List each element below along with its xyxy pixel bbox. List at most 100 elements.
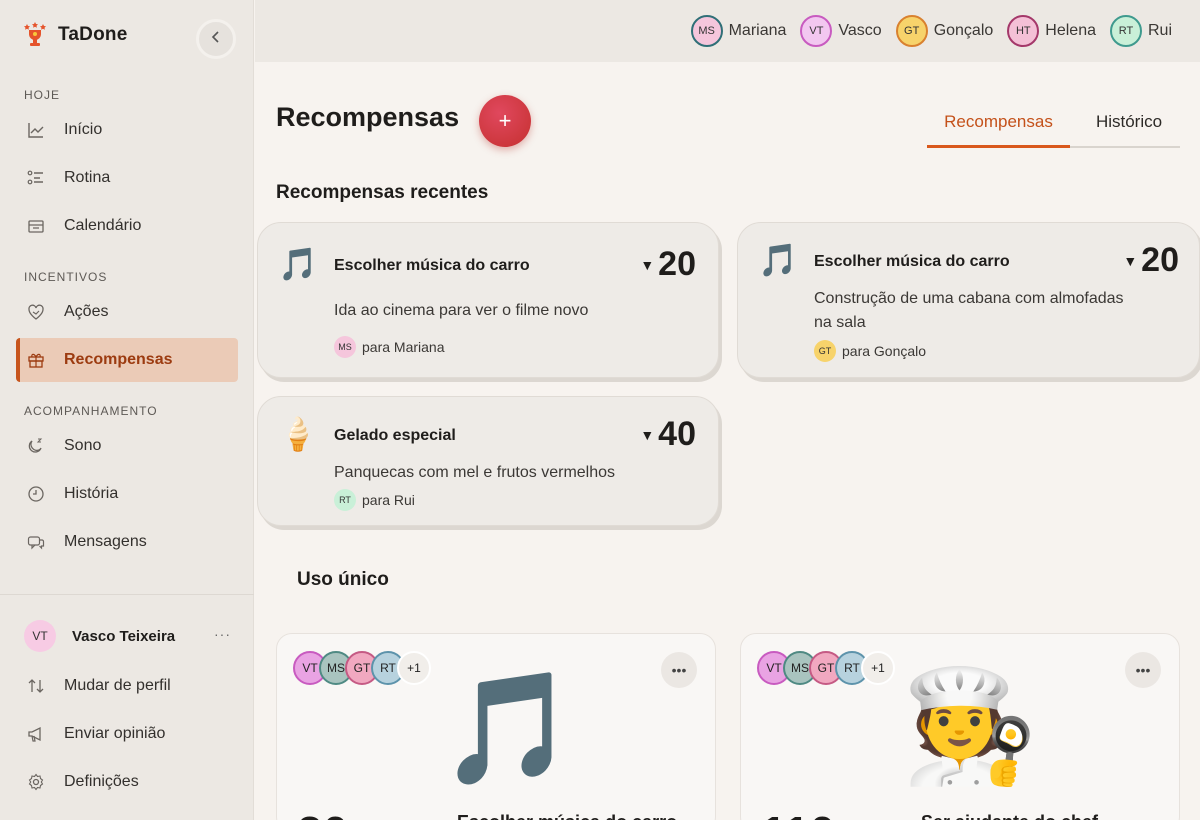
sidebar-item-rotina[interactable]: Rotina (16, 156, 238, 200)
reward-description: Construção de uma cabana com almofadas n… (814, 290, 1124, 331)
points-value: 40 (658, 415, 696, 453)
current-profile[interactable]: VT Vasco Teixeira (24, 620, 175, 652)
reward-card[interactable]: VT MS GT RT +1 ••• 🎵 20 Escolher música … (276, 633, 716, 820)
recent-rewards-heading: Recompensas recentes (276, 182, 489, 203)
recipient-text: para Rui (362, 492, 415, 508)
moon-zzz-icon (26, 436, 46, 456)
sidebar-item-label: Recompensas (64, 351, 173, 368)
collapse-sidebar-button[interactable] (196, 19, 236, 59)
brand[interactable]: TaDone (22, 22, 127, 48)
tab-recompensas[interactable]: Recompensas (927, 98, 1070, 148)
sidebar-item-sono[interactable]: Sono (16, 424, 238, 468)
settings-link[interactable]: Definições (16, 760, 238, 804)
member-rui[interactable]: RT Rui (1109, 15, 1172, 47)
recipient-text: para Gonçalo (842, 343, 927, 359)
avatar: MS (334, 336, 356, 358)
avatar: GT (814, 340, 836, 362)
checklist-icon (26, 168, 46, 188)
switch-profile-link[interactable]: Mudar de perfil (16, 664, 238, 708)
sidebar-item-label: História (64, 485, 119, 502)
chart-line-icon (26, 120, 46, 140)
member-vasco[interactable]: VT Vasco (800, 15, 882, 47)
music-note-icon: 🎵 (758, 242, 798, 278)
add-reward-button[interactable]: + (479, 95, 531, 147)
sidebar-item-label: Início (64, 121, 103, 138)
single-use-heading: Uso único (297, 569, 389, 590)
reward-name: Ser ajudante do chef (921, 812, 1098, 820)
sidebar-item-recompensas[interactable]: Recompensas (16, 338, 238, 382)
reward-card[interactable]: VT MS GT RT +1 ••• 🧑‍🍳 110 Ser ajudante … (740, 633, 1180, 820)
tab-historico[interactable]: Histórico (1078, 98, 1180, 148)
calendar-icon (26, 216, 46, 236)
section-label-incentives: INCENTIVOS (24, 270, 108, 284)
reward-recipient: RT para Rui (334, 489, 415, 511)
card-menu-button[interactable]: ••• (661, 652, 697, 688)
clock-icon (26, 484, 46, 504)
avatar: VT (24, 620, 56, 652)
member-name: Helena (1045, 22, 1096, 39)
reward-title: Escolher música do carro (814, 253, 1010, 270)
sidebar-item-inicio[interactable]: Início (16, 108, 238, 152)
member-name: Vasco (838, 22, 882, 39)
reward-points: ▼ 40 (640, 415, 696, 454)
footer-item-label: Mudar de perfil (64, 677, 171, 694)
member-name: Gonçalo (933, 22, 994, 39)
sidebar-item-calendario[interactable]: Calendário (16, 204, 238, 248)
avatar: RT (1109, 15, 1142, 47)
sidebar: TaDone HOJE Início Rotina Calendário INC… (0, 0, 254, 820)
music-note-icon: 🎵 (439, 667, 576, 790)
points-triangle-icon: ▼ (1123, 252, 1138, 269)
sidebar-item-label: Ações (64, 303, 109, 320)
points-value: 20 (1141, 241, 1179, 279)
tab-bar: Recompensas Histórico (927, 98, 1180, 148)
avatar: VT (800, 15, 833, 47)
member-name: Rui (1147, 22, 1172, 39)
section-label-tracking: ACOMPANHAMENTO (24, 404, 158, 418)
recent-reward-card[interactable]: 🍦 Gelado especial ▼ 40 Panquecas com mel … (257, 396, 719, 526)
sidebar-item-label: Calendário (64, 217, 142, 234)
footer-item-label: Enviar opinião (64, 725, 166, 742)
sidebar-item-historia[interactable]: História (16, 472, 238, 516)
sidebar-item-label: Rotina (64, 169, 111, 186)
avatar: HT (1007, 15, 1040, 47)
reward-title: Escolher música do carro (334, 257, 530, 274)
recipient-text: para Mariana (362, 339, 445, 355)
member-avatar-stack: VT MS GT RT +1 (293, 651, 431, 685)
megaphone-icon (26, 724, 46, 744)
swap-arrows-icon (26, 676, 46, 696)
reward-description: Ida ao cinema para ver o filme novo (334, 302, 589, 319)
profile-menu-button[interactable]: ··· (214, 626, 231, 642)
sidebar-item-acoes[interactable]: Ações (16, 290, 238, 334)
avatar-overflow: +1 (861, 651, 895, 685)
sidebar-item-mensagens[interactable]: Mensagens (16, 520, 238, 564)
sidebar-item-label: Mensagens (64, 533, 147, 550)
points-triangle-icon: ▼ (640, 426, 655, 443)
reward-points: ▼ 20 (640, 245, 696, 284)
trophy-logo-icon (22, 22, 48, 48)
send-feedback-link[interactable]: Enviar opinião (16, 712, 238, 756)
member-name: Mariana (728, 22, 787, 39)
points-triangle-icon: ▼ (640, 256, 655, 273)
reward-points: ▼ 20 (1123, 241, 1179, 280)
avatar: MS (690, 15, 723, 47)
member-goncalo[interactable]: GT Gonçalo (895, 15, 994, 47)
recent-reward-card[interactable]: 🎵 Escolher música do carro ▼ 20 Construçã… (737, 222, 1200, 378)
reward-recipient: GT para Gonçalo (814, 340, 926, 362)
chevron-left-icon (209, 30, 223, 49)
gift-icon (26, 350, 46, 370)
member-mariana[interactable]: MS Mariana (690, 15, 787, 47)
tab-spacer (1070, 98, 1078, 148)
sidebar-divider (0, 594, 254, 595)
reward-cost: 20 (297, 806, 348, 820)
member-helena[interactable]: HT Helena (1007, 15, 1096, 47)
heart-hand-icon (26, 302, 46, 322)
recent-reward-card[interactable]: 🎵 Escolher música do carro ▼ 20 Ida ao ci… (257, 222, 719, 378)
card-menu-button[interactable]: ••• (1125, 652, 1161, 688)
reward-recipient: MS para Mariana (334, 336, 445, 358)
chat-bubbles-icon (26, 532, 46, 552)
sidebar-item-label: Sono (64, 437, 102, 454)
reward-title: Gelado especial (334, 427, 456, 444)
profile-name: Vasco Teixeira (72, 627, 176, 645)
footer-item-label: Definições (64, 773, 139, 790)
app-name: TaDone (58, 24, 128, 45)
